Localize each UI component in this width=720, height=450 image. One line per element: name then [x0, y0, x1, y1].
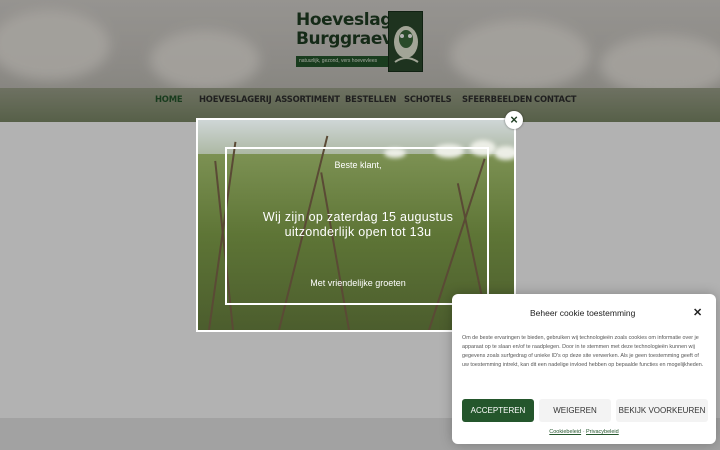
popup-greeting: Beste klant, [334, 160, 382, 170]
privacy-policy-link[interactable]: Privacybeleid [586, 429, 619, 435]
cookie-accept-button[interactable]: ACCEPTEREN [462, 399, 534, 422]
cookie-consent-panel: Beheer cookie toestemming ✕ Om de beste … [452, 294, 716, 444]
cookie-policy-link[interactable]: Cookiebeleid [549, 429, 581, 435]
cookie-deny-button[interactable]: WEIGEREN [539, 399, 611, 422]
cookie-policy-links: Cookiebeleid - Privacybeleid [452, 429, 716, 435]
popup-message-line-1: Wij zijn op zaterdag 15 augustus [262, 210, 454, 224]
cookie-close-icon[interactable]: ✕ [693, 306, 702, 319]
popup-close-button[interactable]: × [505, 111, 523, 129]
cookie-body-text: Om de beste ervaringen te bieden, gebrui… [462, 335, 704, 368]
popup-message: Wij zijn op zaterdag 15 augustus uitzond… [198, 210, 514, 240]
popup-signoff: Met vriendelijke groeten [310, 278, 406, 288]
popup-message-line-2: uitzonderlijk open tot 13u [284, 225, 432, 239]
cookie-preferences-button[interactable]: BEKIJK VOORKEUREN [616, 399, 708, 422]
cookie-title: Beheer cookie toestemming [530, 308, 636, 318]
link-separator: - [582, 429, 585, 435]
sheep-blur [494, 146, 514, 160]
